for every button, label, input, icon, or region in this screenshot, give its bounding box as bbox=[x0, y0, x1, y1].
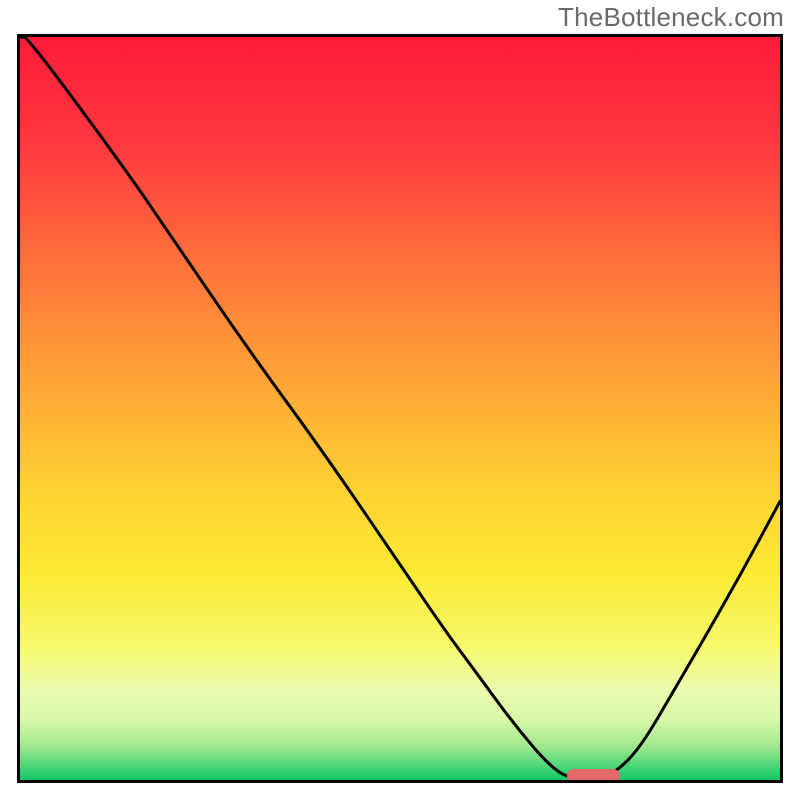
plot-area bbox=[17, 34, 783, 783]
chart-frame: TheBottleneck.com bbox=[0, 0, 800, 800]
curve-line bbox=[20, 37, 780, 780]
highlight-marker bbox=[567, 769, 620, 783]
watermark-text: TheBottleneck.com bbox=[558, 2, 784, 33]
